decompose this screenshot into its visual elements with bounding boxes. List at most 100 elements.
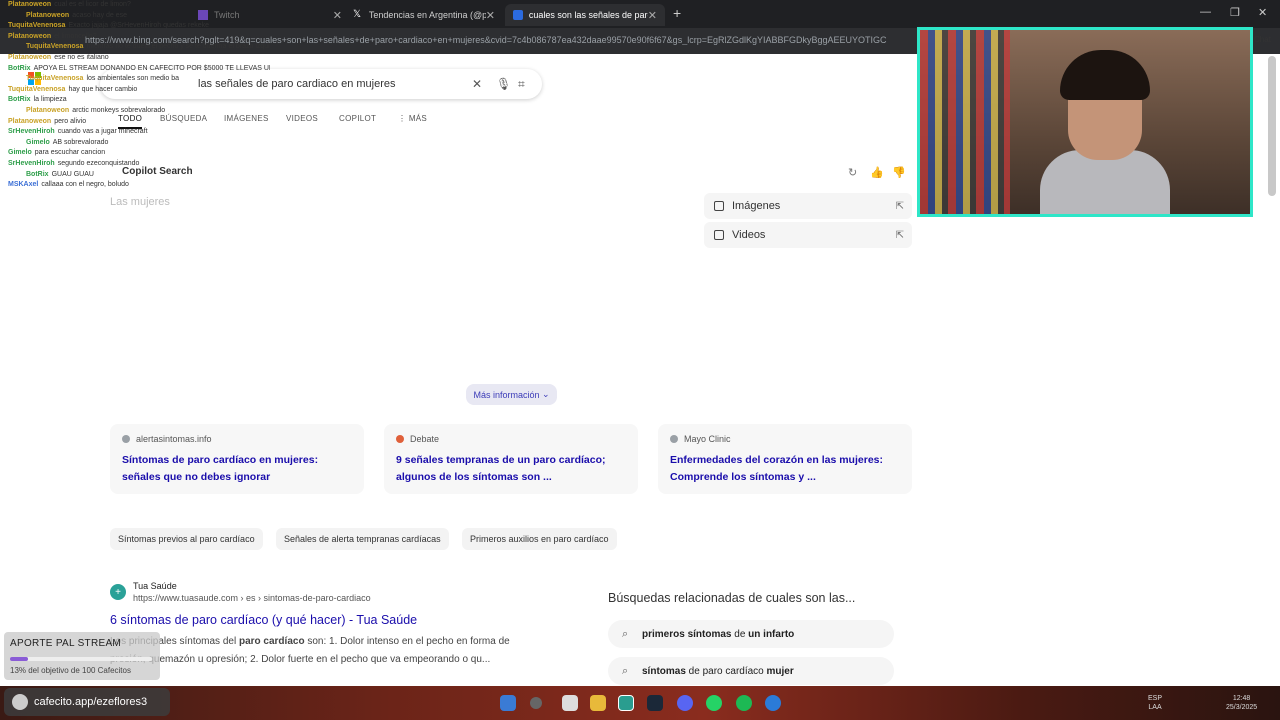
side-link-label: Videos [732,229,766,241]
discord-icon[interactable] [677,695,693,711]
donation-progress-bar [10,657,152,661]
source-card[interactable]: Mayo Clinic Enfermedades del corazón en … [658,424,912,494]
edge-browser-icon[interactable] [618,695,634,711]
related-search-item[interactable]: ⌕ síntomas de paro cardíaco mujer [608,657,894,685]
x-logo-icon: 𝕏 [353,9,362,20]
result-title[interactable]: 6 síntomas de paro cardíaco (y qué hacer… [110,613,417,627]
close-icon[interactable]: ✕ [486,9,495,22]
external-link-icon: ⇱ [895,200,904,212]
video-icon [714,230,724,240]
maximize-icon[interactable]: ❐ [1230,6,1240,19]
chat-username: Platanoweon [26,11,70,19]
chat-username: TuquitaVenenosa [26,43,84,51]
chat-message: MSKAxel callaaa con el negro, boludo [0,180,270,191]
chat-message: Platanoweon cual es el licor de limon? [0,0,270,11]
close-icon[interactable]: ✕ [333,9,342,22]
tab-mas[interactable]: ⋮ MÁS [398,114,427,123]
streamer-body [1040,150,1170,214]
clock[interactable]: 12:48 25/3/2025 [1226,694,1257,712]
site-icon [396,435,404,443]
chat-username: Platanoweon [26,106,70,114]
related-searches-heading: Búsquedas relacionadas de cuales son las… [608,591,856,605]
search-icon: ⌕ [622,627,629,640]
chat-message: Platanoweon acaso hay de ese [0,11,270,22]
chat-text: cual es el licor de limon? [54,1,131,8]
chat-message: SrHevenHiroh cuando vas a jugar minecraft [0,127,270,138]
chat-text: cuando vas a jugar minecraft [57,128,148,136]
microphone-icon[interactable]: 🎙 [496,77,511,91]
chat-username: Gimelo [8,149,32,157]
thumbs-down-icon[interactable]: 👎 [892,166,906,179]
bing-icon [513,10,523,20]
more-info-button[interactable]: Más información ⌄ [466,384,557,405]
app-icon[interactable] [765,695,781,711]
chat-username: BotRix [8,96,31,104]
chat-message: Platanoweon ese no es italiano [0,53,270,64]
tab-copilot[interactable]: COPILOT [339,114,376,123]
card-title[interactable]: 9 señales tempranas de un paro cardíaco;… [396,452,626,486]
lang-code: ESP [1148,695,1163,702]
chat-username: TuquitaVenenosa [8,22,66,30]
thumbs-up-icon[interactable]: 👍 [870,166,884,179]
tab-bing-search[interactable]: cuales son las señales de paro car ✕ [505,4,665,26]
refresh-icon[interactable]: ↻ [848,166,857,179]
new-tab-icon[interactable]: + [673,5,681,21]
external-link-icon: ⇱ [895,229,904,241]
close-window-icon[interactable]: ✕ [1258,6,1267,19]
result-snippet: Los principales síntomas del paro cardía… [110,633,530,669]
snippet-bold: paro cardíaco [238,636,305,647]
spotify-icon[interactable] [736,695,752,711]
chat-message: Platanoweon arctic monkeys sobrevalorado [0,106,270,117]
tab-twitter[interactable]: 𝕏 Tendencias en Argentina (@porqu ✕ [345,4,503,26]
side-link-imagenes[interactable]: Imágenes ⇱ [704,193,912,219]
chat-text: ese no es italiano [54,53,109,61]
related-bold: primeros síntomas [642,628,732,640]
chat-message: BotRix APOYA EL STREAM DONANDO EN CAFECIT… [0,64,270,75]
chat-username: MSKAxel [8,181,39,189]
close-icon[interactable]: ✕ [648,9,657,22]
scrollbar[interactable] [1268,56,1276,196]
side-link-videos[interactable]: Videos ⇱ [704,222,912,248]
windows-start-icon[interactable] [500,695,516,711]
search-icon: ⌕ [622,664,629,677]
card-title[interactable]: Síntomas de paro cardíaco en mujeres: se… [122,452,352,486]
suggestion-chip[interactable]: Síntomas previos al paro cardíaco [110,528,263,550]
chat-username: BotRix [26,170,49,178]
file-explorer-icon[interactable] [590,695,606,711]
chat-username: BotRix [8,64,31,72]
chat-username: TuquitaVenenosa [26,75,84,83]
language-indicator[interactable]: ESP LAA [1148,694,1162,712]
visual-search-icon[interactable]: ⌗ [518,77,525,92]
copilot-answer-text: Las mujeres [110,196,170,208]
tab-label: Tendencias en Argentina (@porqu [368,10,486,20]
site-icon [122,435,130,443]
whatsapp-icon[interactable] [706,695,722,711]
chat-username: Platanoweon [8,53,52,61]
chat-message: TuquitaVenenosa los ambientales son medio… [0,74,270,85]
task-view-icon[interactable] [562,695,578,711]
minimize-icon[interactable]: — [1200,6,1211,18]
cafecito-url: cafecito.app/ezeflores3 [34,696,148,708]
suggestion-chip[interactable]: Primeros auxilios en paro cardíaco [462,528,617,550]
suggestion-chip[interactable]: Señales de alerta tempranas cardíacas [276,528,449,550]
card-title[interactable]: Enfermedades del corazón en las mujeres:… [670,452,900,486]
chat-text: acaso hay de ese [72,11,128,19]
related-text: de [731,628,749,640]
chat-message: Gimelo AB sobrevalorado [0,138,270,149]
search-icon[interactable] [530,697,542,709]
close-icon[interactable]: ✕ [472,77,482,91]
related-bold: síntomas [642,665,686,677]
donation-title: APORTE PAL STREAM [10,638,122,649]
source-card[interactable]: Debate 9 señales tempranas de un paro ca… [384,424,638,494]
steam-icon[interactable] [647,695,663,711]
source-card[interactable]: alertasintomas.info Síntomas de paro car… [110,424,364,494]
donation-goal-widget: APORTE PAL STREAM 13% del objetivo de 10… [4,632,160,680]
clock-date: 25/3/2025 [1226,704,1258,711]
related-search-item[interactable]: ⌕ primeros síntomas de un infarto [608,620,894,648]
chat-label: Chat [1254,35,1271,44]
result-url[interactable]: https://www.tuasaude.com › es › sintomas… [133,593,371,603]
tab-videos[interactable]: VIDEOS [286,114,318,123]
chat-message: Platanoweon pero alivio [0,117,270,128]
chat-username: Platanoweon [8,32,52,40]
result-site-name[interactable]: Tua Saúde [133,581,177,591]
